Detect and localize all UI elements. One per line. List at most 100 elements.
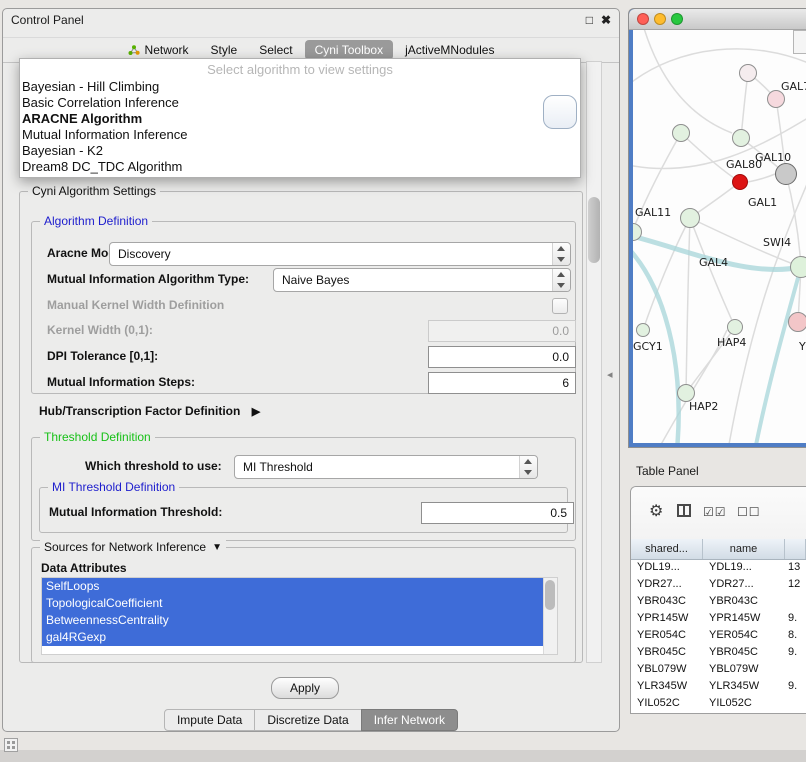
tab-jactivemodules[interactable]: jActiveMNodules	[395, 40, 504, 60]
aracne-mode-select[interactable]: Discovery	[109, 242, 571, 266]
cell: YIL052C	[703, 695, 785, 712]
combo-stepper-icon	[519, 456, 537, 478]
cell: YLR345W	[703, 678, 785, 695]
mi-threshold-field[interactable]: 0.5	[421, 502, 574, 524]
network-node-gray[interactable]	[775, 163, 797, 185]
table-row[interactable]: YLR345WYLR345W9.	[631, 678, 806, 695]
tab-infer-network[interactable]: Infer Network	[361, 709, 458, 731]
network-node-red[interactable]	[732, 174, 748, 190]
tab-style[interactable]: Style	[201, 40, 248, 60]
cell: YER054C	[631, 627, 703, 644]
mi-threshold-group-title: MI Threshold Definition	[48, 480, 179, 494]
tab-label: Style	[211, 43, 238, 57]
network-node[interactable]	[732, 129, 750, 147]
tab-label: Network	[145, 43, 189, 57]
cell: YBL079W	[703, 661, 785, 678]
mi-steps-field[interactable]: 6	[428, 372, 576, 394]
cell	[785, 695, 806, 712]
dpi-tolerance-field[interactable]: 0.0	[428, 346, 576, 368]
tab-cyni-toolbox[interactable]: Cyni Toolbox	[305, 40, 393, 60]
network-node[interactable]	[672, 124, 690, 142]
table-row[interactable]: YPR145WYPR145W9.	[631, 610, 806, 627]
settings-scrollbar[interactable]	[586, 61, 602, 663]
cell: 9.	[785, 610, 806, 627]
column-header-cut[interactable]	[785, 539, 806, 559]
cell: YDR27...	[703, 576, 785, 593]
tab-discretize-data[interactable]: Discretize Data	[254, 709, 361, 731]
table-row[interactable]: YDR27...YDR27...12	[631, 576, 806, 593]
network-node[interactable]	[680, 208, 700, 228]
expand-right-icon: ▶	[252, 406, 260, 418]
cell: YDL19...	[631, 559, 703, 576]
network-canvas[interactable]: GAL7 GAL80 GAL10 GAL11 GAL1 SWI4 GAL4 GC…	[633, 30, 806, 443]
close-icon[interactable]: ✖	[601, 13, 611, 27]
cell: YIL052C	[631, 695, 703, 712]
data-attributes-list[interactable]: SelfLoops TopologicalCoefficient Between…	[41, 577, 558, 655]
algorithm-definition-title: Algorithm Definition	[40, 214, 152, 228]
list-item[interactable]: SelfLoops	[42, 578, 543, 595]
deselect-all-icon[interactable]: ☐☐	[737, 505, 761, 519]
canvas-scrollbar-fragment[interactable]	[793, 30, 806, 54]
list-item[interactable]: BetweennessCentrality	[42, 612, 543, 629]
network-node[interactable]	[727, 319, 743, 335]
mi-steps-label: Mutual Information Steps:	[47, 371, 195, 393]
gear-icon[interactable]: ⚙	[649, 501, 663, 521]
control-panel-titlebar[interactable]: Control Panel □ ✖	[3, 9, 619, 33]
scrollbar-thumb[interactable]	[545, 580, 555, 610]
select-all-icon[interactable]: ☑☑	[703, 505, 727, 519]
popup-item[interactable]: Bayesian - Hill Climbing	[20, 79, 580, 95]
which-threshold-select[interactable]: MI Threshold	[234, 455, 538, 479]
list-item[interactable]: TopologicalCoefficient	[42, 595, 543, 612]
float-window-icon[interactable]: □	[586, 13, 593, 27]
network-window-titlebar[interactable]	[629, 9, 806, 30]
popup-item[interactable]: Bayesian - K2	[20, 143, 580, 159]
zoom-traffic-light[interactable]	[671, 13, 683, 25]
cell: 12	[785, 576, 806, 593]
popup-item[interactable]: Mutual Information Inference	[20, 127, 580, 143]
close-traffic-light[interactable]	[637, 13, 649, 25]
node-label: GAL10	[755, 151, 791, 164]
tab-select[interactable]: Select	[249, 40, 302, 60]
columns-icon[interactable]	[677, 504, 691, 517]
tab-network[interactable]: Network	[118, 40, 199, 60]
table-row[interactable]: YBR043CYBR043C	[631, 593, 806, 610]
column-header-shared-name[interactable]: shared...	[631, 539, 703, 559]
popup-scrollbar-thumb[interactable]	[543, 95, 577, 129]
table-row[interactable]: YBL079WYBL079W	[631, 661, 806, 678]
table-row[interactable]: YER054CYER054C8.	[631, 627, 806, 644]
popup-item[interactable]: Dream8 DC_TDC Algorithm	[20, 159, 580, 175]
column-header-name[interactable]: name	[703, 539, 785, 559]
node-label: GAL1	[748, 196, 777, 209]
mi-type-label: Mutual Information Algorithm Type:	[47, 268, 249, 290]
table-row[interactable]: YBR045CYBR045C9.	[631, 644, 806, 661]
scrollbar-thumb[interactable]	[588, 197, 600, 263]
sources-toggle[interactable]: Sources for Network Inference ▼	[40, 540, 226, 554]
manual-kernel-checkbox[interactable]	[552, 298, 568, 314]
network-node[interactable]	[788, 312, 806, 332]
cell: YDR27...	[631, 576, 703, 593]
minimize-traffic-light[interactable]	[654, 13, 666, 25]
node-label: SWI4	[763, 236, 791, 249]
network-node[interactable]	[790, 256, 806, 278]
tab-impute-data[interactable]: Impute Data	[164, 709, 255, 731]
panel-collapse-icon[interactable]: ◂	[607, 368, 613, 381]
table-row[interactable]: YDL19...YDL19...13	[631, 559, 806, 576]
mi-type-select[interactable]: Naive Bayes	[273, 268, 571, 292]
list-item[interactable]: gal4RGexp	[42, 629, 543, 646]
dpi-tolerance-value: 0.0	[552, 350, 569, 364]
list-scrollbar[interactable]	[543, 578, 557, 654]
popup-item[interactable]: Basic Correlation Inference	[20, 95, 580, 111]
network-node[interactable]	[739, 64, 757, 82]
taskbar-grid-icon[interactable]	[4, 738, 18, 752]
sources-title: Sources for Network Inference	[44, 540, 206, 554]
popup-placeholder: Select algorithm to view settings	[20, 61, 580, 79]
cell: YLR345W	[631, 678, 703, 695]
apply-button[interactable]: Apply	[271, 677, 339, 699]
table-row[interactable]: YIL052CYIL052C	[631, 695, 806, 712]
cell	[785, 593, 806, 610]
node-label: GCY1	[633, 340, 663, 353]
network-node[interactable]	[636, 323, 650, 337]
hub-section-toggle[interactable]: Hub/Transcription Factor Definition ▶	[39, 401, 260, 421]
node-label: GAL4	[699, 256, 728, 269]
popup-item-selected[interactable]: ARACNE Algorithm	[20, 111, 580, 127]
